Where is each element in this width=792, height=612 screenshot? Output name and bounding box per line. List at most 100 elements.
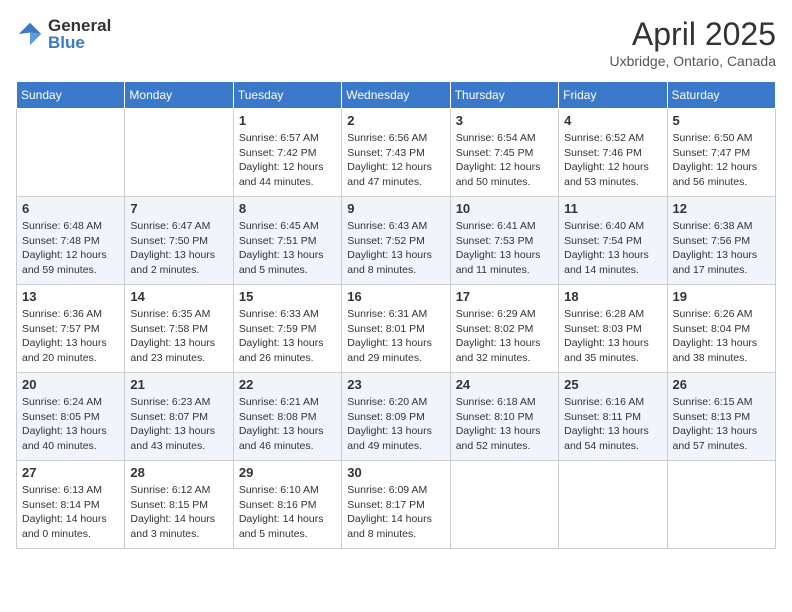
day-number: 13 <box>22 289 119 304</box>
day-info: Sunrise: 6:48 AM Sunset: 7:48 PM Dayligh… <box>22 219 119 278</box>
calendar-cell: 11 Sunrise: 6:40 AM Sunset: 7:54 PM Dayli… <box>559 197 667 285</box>
calendar-cell: 24 Sunrise: 6:18 AM Sunset: 8:10 PM Dayli… <box>450 373 558 461</box>
month-title: April 2025 <box>609 16 776 53</box>
day-info: Sunrise: 6:43 AM Sunset: 7:52 PM Dayligh… <box>347 219 444 278</box>
calendar-cell: 25Sunrise: 6:16 AM Sunset: 8:11 PM Dayli… <box>559 373 667 461</box>
calendar-cell: 18 Sunrise: 6:28 AM Sunset: 8:03 PM Dayli… <box>559 285 667 373</box>
calendar-table: SundayMondayTuesdayWednesdayThursdayFrid… <box>16 81 776 549</box>
day-number: 10 <box>456 201 553 216</box>
page-header: General Blue April 2025 Uxbridge, Ontari… <box>16 16 776 69</box>
day-number: 17 <box>456 289 553 304</box>
day-number: 15 <box>239 289 336 304</box>
day-info: Sunrise: 6:15 AM Sunset: 8:13 PM Dayligh… <box>673 395 770 454</box>
day-number: 29 <box>239 465 336 480</box>
day-info: Sunrise: 6:09 AM Sunset: 8:17 PM Dayligh… <box>347 483 444 542</box>
day-info: Sunrise: 6:47 AM Sunset: 7:50 PM Dayligh… <box>130 219 227 278</box>
weekday-header: Friday <box>559 82 667 109</box>
calendar-cell <box>559 461 667 549</box>
calendar-cell: 12 Sunrise: 6:38 AM Sunset: 7:56 PM Dayli… <box>667 197 775 285</box>
day-number: 27 <box>22 465 119 480</box>
day-number: 5 <box>673 113 770 128</box>
weekday-header: Tuesday <box>233 82 341 109</box>
calendar-cell: 19Sunrise: 6:26 AM Sunset: 8:04 PM Dayli… <box>667 285 775 373</box>
calendar-cell: 3 Sunrise: 6:54 AM Sunset: 7:45 PM Daylig… <box>450 109 558 197</box>
calendar-cell: 26Sunrise: 6:15 AM Sunset: 8:13 PM Dayli… <box>667 373 775 461</box>
day-info: Sunrise: 6:35 AM Sunset: 7:58 PM Dayligh… <box>130 307 227 366</box>
day-info: Sunrise: 6:29 AM Sunset: 8:02 PM Dayligh… <box>456 307 553 366</box>
day-number: 28 <box>130 465 227 480</box>
calendar-cell: 7 Sunrise: 6:47 AM Sunset: 7:50 PM Daylig… <box>125 197 233 285</box>
logo: General Blue <box>16 16 111 52</box>
weekday-header: Thursday <box>450 82 558 109</box>
calendar-cell <box>667 461 775 549</box>
day-info: Sunrise: 6:38 AM Sunset: 7:56 PM Dayligh… <box>673 219 770 278</box>
calendar-cell: 2 Sunrise: 6:56 AM Sunset: 7:43 PM Daylig… <box>342 109 450 197</box>
weekday-header: Saturday <box>667 82 775 109</box>
calendar-cell <box>125 109 233 197</box>
day-info: Sunrise: 6:24 AM Sunset: 8:05 PM Dayligh… <box>22 395 119 454</box>
calendar-week-row: 20 Sunrise: 6:24 AM Sunset: 8:05 PM Dayli… <box>17 373 776 461</box>
calendar-cell <box>450 461 558 549</box>
calendar-cell: 10 Sunrise: 6:41 AM Sunset: 7:53 PM Dayli… <box>450 197 558 285</box>
calendar-cell: 14 Sunrise: 6:35 AM Sunset: 7:58 PM Dayli… <box>125 285 233 373</box>
day-number: 22 <box>239 377 336 392</box>
day-info: Sunrise: 6:12 AM Sunset: 8:15 PM Dayligh… <box>130 483 227 542</box>
calendar-cell: 15 Sunrise: 6:33 AM Sunset: 7:59 PM Dayli… <box>233 285 341 373</box>
day-info: Sunrise: 6:41 AM Sunset: 7:53 PM Dayligh… <box>456 219 553 278</box>
calendar-cell: 17 Sunrise: 6:29 AM Sunset: 8:02 PM Dayli… <box>450 285 558 373</box>
day-number: 11 <box>564 201 661 216</box>
day-info: Sunrise: 6:28 AM Sunset: 8:03 PM Dayligh… <box>564 307 661 366</box>
day-number: 16 <box>347 289 444 304</box>
day-number: 9 <box>347 201 444 216</box>
day-number: 8 <box>239 201 336 216</box>
calendar-cell: 23 Sunrise: 6:20 AM Sunset: 8:09 PM Dayli… <box>342 373 450 461</box>
calendar-cell: 29 Sunrise: 6:10 AM Sunset: 8:16 PM Dayli… <box>233 461 341 549</box>
day-info: Sunrise: 6:31 AM Sunset: 8:01 PM Dayligh… <box>347 307 444 366</box>
calendar-cell: 1Sunrise: 6:57 AM Sunset: 7:42 PM Daylig… <box>233 109 341 197</box>
day-info: Sunrise: 6:56 AM Sunset: 7:43 PM Dayligh… <box>347 131 444 190</box>
day-info: Sunrise: 6:20 AM Sunset: 8:09 PM Dayligh… <box>347 395 444 454</box>
calendar-cell: 16 Sunrise: 6:31 AM Sunset: 8:01 PM Dayli… <box>342 285 450 373</box>
calendar-cell: 6Sunrise: 6:48 AM Sunset: 7:48 PM Daylig… <box>17 197 125 285</box>
day-number: 24 <box>456 377 553 392</box>
day-number: 12 <box>673 201 770 216</box>
day-number: 18 <box>564 289 661 304</box>
weekday-header: Sunday <box>17 82 125 109</box>
logo-icon <box>16 20 44 48</box>
day-number: 20 <box>22 377 119 392</box>
day-info: Sunrise: 6:52 AM Sunset: 7:46 PM Dayligh… <box>564 131 661 190</box>
day-info: Sunrise: 6:54 AM Sunset: 7:45 PM Dayligh… <box>456 131 553 190</box>
calendar-cell: 8 Sunrise: 6:45 AM Sunset: 7:51 PM Daylig… <box>233 197 341 285</box>
day-info: Sunrise: 6:23 AM Sunset: 8:07 PM Dayligh… <box>130 395 227 454</box>
day-number: 14 <box>130 289 227 304</box>
calendar-cell: 9 Sunrise: 6:43 AM Sunset: 7:52 PM Daylig… <box>342 197 450 285</box>
day-info: Sunrise: 6:57 AM Sunset: 7:42 PM Dayligh… <box>239 131 336 190</box>
day-number: 2 <box>347 113 444 128</box>
day-info: Sunrise: 6:33 AM Sunset: 7:59 PM Dayligh… <box>239 307 336 366</box>
day-number: 25 <box>564 377 661 392</box>
day-info: Sunrise: 6:18 AM Sunset: 8:10 PM Dayligh… <box>456 395 553 454</box>
calendar-cell <box>17 109 125 197</box>
day-info: Sunrise: 6:10 AM Sunset: 8:16 PM Dayligh… <box>239 483 336 542</box>
location-subtitle: Uxbridge, Ontario, Canada <box>609 53 776 69</box>
day-number: 7 <box>130 201 227 216</box>
day-info: Sunrise: 6:45 AM Sunset: 7:51 PM Dayligh… <box>239 219 336 278</box>
day-info: Sunrise: 6:21 AM Sunset: 8:08 PM Dayligh… <box>239 395 336 454</box>
weekday-header: Monday <box>125 82 233 109</box>
day-number: 21 <box>130 377 227 392</box>
calendar-cell: 27 Sunrise: 6:13 AM Sunset: 8:14 PM Dayli… <box>17 461 125 549</box>
day-number: 30 <box>347 465 444 480</box>
calendar-cell: 20 Sunrise: 6:24 AM Sunset: 8:05 PM Dayli… <box>17 373 125 461</box>
calendar-cell: 22 Sunrise: 6:21 AM Sunset: 8:08 PM Dayli… <box>233 373 341 461</box>
calendar-cell: 5 Sunrise: 6:50 AM Sunset: 7:47 PM Daylig… <box>667 109 775 197</box>
day-info: Sunrise: 6:50 AM Sunset: 7:47 PM Dayligh… <box>673 131 770 190</box>
day-info: Sunrise: 6:36 AM Sunset: 7:57 PM Dayligh… <box>22 307 119 366</box>
calendar-cell: 13 Sunrise: 6:36 AM Sunset: 7:57 PM Dayli… <box>17 285 125 373</box>
day-number: 23 <box>347 377 444 392</box>
day-info: Sunrise: 6:40 AM Sunset: 7:54 PM Dayligh… <box>564 219 661 278</box>
title-block: April 2025 Uxbridge, Ontario, Canada <box>609 16 776 69</box>
day-number: 3 <box>456 113 553 128</box>
day-info: Sunrise: 6:13 AM Sunset: 8:14 PM Dayligh… <box>22 483 119 542</box>
calendar-week-row: 1Sunrise: 6:57 AM Sunset: 7:42 PM Daylig… <box>17 109 776 197</box>
calendar-cell: 21 Sunrise: 6:23 AM Sunset: 8:07 PM Dayli… <box>125 373 233 461</box>
